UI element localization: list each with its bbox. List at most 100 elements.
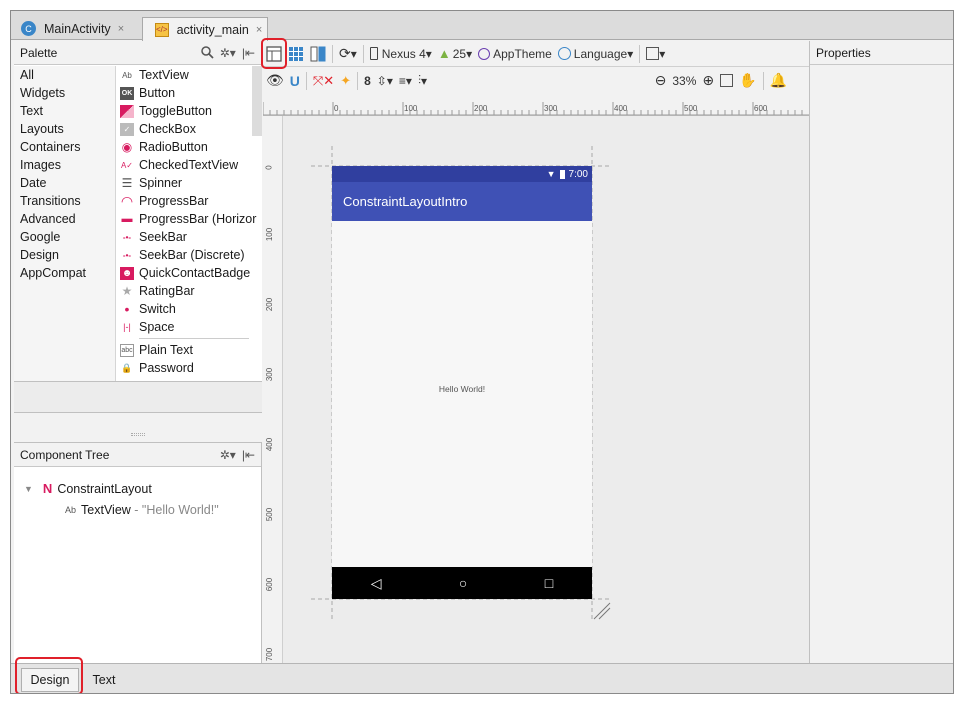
palette-item-spinner[interactable]: ☰ Spinner — [117, 174, 262, 192]
palette-item-checkedtextview[interactable]: A✓ CheckedTextView — [117, 156, 262, 174]
zoom-in-icon: ⊕ — [702, 72, 715, 88]
palette-category-advanced[interactable]: Advanced — [14, 210, 115, 228]
ruler-label: 100 — [404, 104, 418, 113]
guidelines-dropdown[interactable]: ⫶ ▾ — [415, 70, 430, 92]
palette-category-widgets[interactable]: Widgets — [14, 84, 115, 102]
palette-item-togglebutton[interactable]: ToggleButton — [117, 102, 262, 120]
palette-item-progressbar-horizontal[interactable]: ▬ ProgressBar (Horizor — [117, 210, 262, 228]
palette-category-design[interactable]: Design — [14, 246, 115, 264]
close-icon[interactable]: × — [118, 23, 124, 35]
gear-icon[interactable]: ✲▾ — [220, 448, 236, 462]
language-label: Language — [573, 46, 628, 61]
zoom-in-button[interactable]: ⊕ — [699, 70, 717, 92]
tab-activity-main[interactable]: </> activity_main × — [142, 17, 268, 41]
tab-mainactivity[interactable]: C MainActivity × — [15, 17, 141, 40]
theme-label: AppTheme — [493, 46, 552, 61]
palette-item-quickcontactbadge[interactable]: ☻ QuickContactBadge — [117, 264, 262, 282]
ruler-label: 600 — [265, 577, 275, 592]
vertical-ruler: 0 100 200 300 400 500 600 700 — [263, 116, 283, 663]
palette-item-progressbar[interactable]: ◠ ProgressBar — [117, 192, 262, 210]
palette-item-label: Plain Text — [139, 343, 193, 357]
ruler-label: 100 — [265, 227, 275, 242]
checkbox-icon: ✓ — [120, 122, 134, 136]
device-dropdown[interactable]: Nexus 4 ▾ — [367, 43, 435, 65]
palette-divider — [139, 338, 249, 339]
orientation-dropdown[interactable]: ⟳ ▾ — [336, 43, 360, 65]
hello-world-textview[interactable]: Hello World! — [332, 384, 592, 394]
palette-category-containers[interactable]: Containers — [14, 138, 115, 156]
hide-panel-icon[interactable]: |⇤ — [242, 46, 255, 60]
editor-mode-tabs: Design Text — [11, 663, 953, 693]
palette-item-seekbar[interactable]: -•- SeekBar — [117, 228, 262, 246]
panel-splitter[interactable] — [14, 413, 262, 442]
warnings-button[interactable]: 🔔 — [767, 70, 809, 92]
device-label: Nexus 4 — [381, 46, 426, 61]
hand-icon: ✋ — [739, 72, 757, 88]
component-tree-title: Component Tree — [20, 447, 110, 462]
properties-title: Properties — [816, 45, 871, 60]
show-constraints-button[interactable]: 👁 — [263, 70, 287, 92]
default-margin-button[interactable]: 8 — [361, 70, 374, 92]
clear-constraints-button[interactable]: ⤧✕ — [310, 70, 337, 92]
blueprint-view-toggle[interactable] — [285, 43, 307, 65]
api-dropdown[interactable]: ▲ 25 ▾ — [435, 43, 475, 65]
palette-item-switch[interactable]: • Switch — [117, 300, 262, 318]
fit-screen-icon — [720, 74, 734, 87]
switch-icon: • — [124, 301, 130, 317]
infer-constraints-button[interactable]: ✦ — [337, 70, 354, 92]
highlight-design-tab — [15, 657, 83, 693]
theme-dropdown[interactable]: AppTheme — [475, 43, 555, 65]
palette-category-transitions[interactable]: Transitions — [14, 192, 115, 210]
pan-button[interactable]: ✋ — [736, 70, 759, 92]
split-view-icon — [310, 46, 326, 61]
tree-node-constraintlayout[interactable]: ▼ N ConstraintLayout — [24, 481, 152, 496]
globe-icon — [557, 47, 571, 60]
palette-scrollbar[interactable] — [252, 66, 262, 136]
palette-category-appcompat[interactable]: AppCompat — [14, 264, 115, 282]
gear-icon[interactable]: ✲▾ — [220, 46, 236, 60]
tree-node-textview[interactable]: Ab TextView - "Hello World!" — [65, 503, 219, 517]
navigation-bar: ◁ ○ □ — [332, 567, 592, 599]
palette-category-google[interactable]: Google — [14, 228, 115, 246]
autoconnect-button[interactable]: U — [287, 70, 303, 92]
status-bar: ▼ 7:00 — [332, 166, 592, 182]
palette-category-date[interactable]: Date — [14, 174, 115, 192]
tab-text[interactable]: Text — [83, 668, 125, 692]
palette-item-seekbar-discrete[interactable]: -•- SeekBar (Discrete) — [117, 246, 262, 264]
search-icon[interactable] — [201, 46, 214, 59]
palette-item-radiobutton[interactable]: ◉ RadioButton — [117, 138, 262, 156]
palette-category-text[interactable]: Text — [14, 102, 115, 120]
palette-item-space[interactable]: |-| Space — [117, 318, 262, 336]
layout-variants-icon — [646, 47, 660, 60]
zoom-to-fit-button[interactable] — [717, 70, 736, 92]
palette-item-plain-text[interactable]: abc Plain Text — [117, 341, 262, 359]
radio-button-icon: ◉ — [121, 140, 133, 154]
hide-panel-icon[interactable]: |⇤ — [242, 448, 255, 462]
palette-item-checkbox[interactable]: ✓ CheckBox — [117, 120, 262, 138]
clear-constraints-icon: ⤧✕ — [312, 72, 335, 88]
device-preview[interactable]: ▼ 7:00 ConstraintLayoutIntro Hello World… — [332, 166, 592, 599]
align-icon: ≡ — [398, 73, 406, 88]
palette-item-ratingbar[interactable]: ★ RatingBar — [117, 282, 262, 300]
expand-arrow-icon[interactable]: ▼ — [24, 484, 33, 494]
pack-icon: ⇳ — [376, 73, 387, 88]
close-icon[interactable]: × — [256, 24, 262, 36]
pack-dropdown[interactable]: ⇳ ▾ — [374, 70, 396, 92]
palette-panel: Palette ✲▾ |⇤ All Widgets Text Layouts C… — [14, 41, 262, 381]
tree-node-label: ConstraintLayout — [57, 481, 152, 496]
tab-label: activity_main — [176, 22, 249, 37]
palette-item-label: ProgressBar — [139, 194, 209, 208]
both-views-toggle[interactable] — [307, 43, 329, 65]
palette-item-password[interactable]: 🔒 Password — [117, 359, 262, 377]
palette-category-all[interactable]: All — [14, 66, 115, 84]
align-dropdown[interactable]: ≡ ▾ — [396, 70, 415, 92]
palette-item-button[interactable]: OK Button — [117, 84, 262, 102]
palette-category-layouts[interactable]: Layouts — [14, 120, 115, 138]
palette-category-images[interactable]: Images — [14, 156, 115, 174]
layout-variants-dropdown[interactable]: ▾ — [643, 43, 668, 65]
palette-item-textview[interactable]: Ab TextView — [117, 66, 262, 84]
ruler-label: 200 — [474, 104, 488, 113]
zoom-out-button[interactable]: ⊖ — [652, 70, 670, 92]
language-dropdown[interactable]: Language ▾ — [555, 43, 636, 65]
lock-icon: 🔒 — [121, 362, 133, 373]
